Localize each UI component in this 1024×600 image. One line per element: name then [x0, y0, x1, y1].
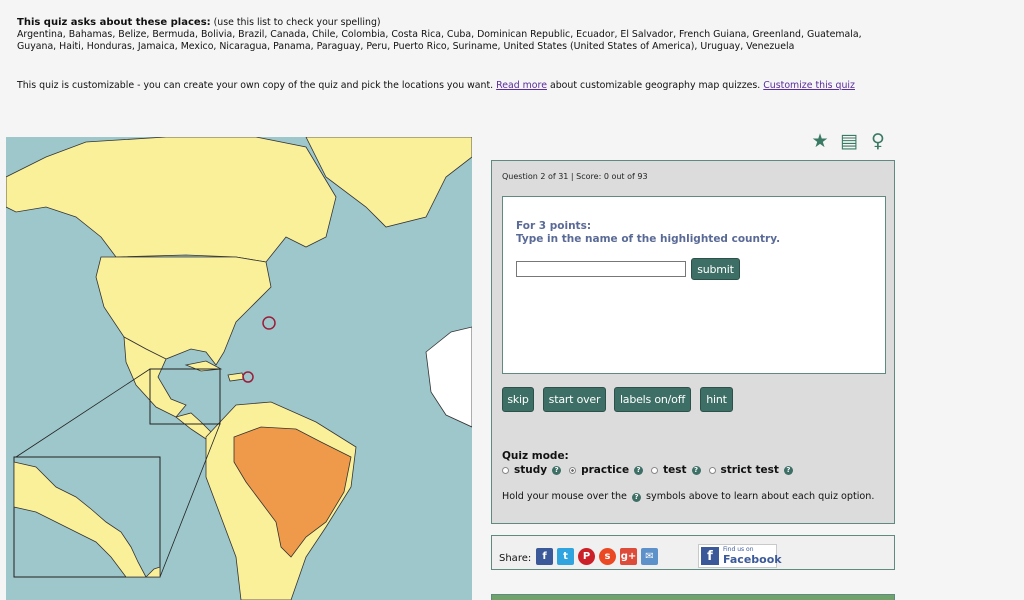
- strict-test-help-icon[interactable]: ?: [783, 465, 793, 475]
- next-section-edge: [491, 594, 895, 600]
- find-us-on-facebook-button[interactable]: f Find us on Facebook: [698, 544, 782, 568]
- labels-toggle-button[interactable]: labels on/off: [614, 387, 691, 412]
- customizable-note: This quiz is customizable - you can crea…: [17, 80, 902, 92]
- quiz-tools: ★ ▤ ♀: [810, 130, 888, 152]
- united-states-shape: [95, 256, 272, 366]
- places-heading: This quiz asks about these places:: [17, 17, 211, 28]
- mode-test-radio[interactable]: [651, 466, 659, 474]
- bermuda-marker: [262, 316, 276, 330]
- favorite-star-icon[interactable]: ★: [810, 130, 830, 152]
- facebook-icon[interactable]: f: [536, 548, 553, 565]
- study-help-icon[interactable]: ?: [552, 465, 562, 475]
- read-more-link[interactable]: Read more: [496, 80, 547, 91]
- facebook-logo-icon: f: [701, 547, 719, 565]
- mode-practice-label[interactable]: practice: [581, 464, 629, 476]
- practice-help-icon[interactable]: ?: [634, 465, 644, 475]
- mode-test-label[interactable]: test: [663, 464, 686, 476]
- africa-shape: [425, 326, 472, 428]
- help-symbol-icon: ?: [632, 493, 642, 502]
- mode-help-text: Hold your mouse over the ? symbols above …: [502, 491, 882, 503]
- mode-strict-test-radio[interactable]: [708, 466, 716, 474]
- mode-study-label[interactable]: study: [514, 464, 547, 476]
- central-america-inset: [13, 456, 161, 578]
- google-plus-icon[interactable]: g+: [620, 548, 637, 565]
- mode-strict-test-label[interactable]: strict test: [721, 464, 779, 476]
- test-help-icon[interactable]: ?: [691, 465, 701, 475]
- start-over-button[interactable]: start over: [543, 387, 606, 412]
- stumbleupon-icon[interactable]: s: [599, 548, 616, 565]
- share-icons: f t P s g+ ✉: [536, 548, 658, 565]
- submit-button[interactable]: submit: [691, 258, 740, 280]
- notes-icon[interactable]: ▤: [839, 130, 859, 152]
- quiz-map[interactable]: [6, 137, 472, 600]
- email-icon[interactable]: ✉: [641, 548, 658, 565]
- places-list: This quiz asks about these places: (use …: [17, 17, 902, 53]
- twitter-icon[interactable]: t: [557, 548, 574, 565]
- lightbulb-icon[interactable]: ♀: [868, 130, 888, 152]
- help-text-end: symbols above to learn about each quiz o…: [646, 491, 875, 502]
- hint-button[interactable]: hint: [700, 387, 733, 412]
- places-names: Argentina, Bahamas, Belize, Bermuda, Bol…: [17, 29, 862, 52]
- quiz-panel: Question 2 of 31 | Score: 0 out of 93 Fo…: [491, 160, 895, 524]
- fb-small-text: Find us on: [723, 546, 754, 553]
- points-label: For 3 points:: [516, 220, 592, 232]
- canada-shape: [6, 137, 337, 263]
- question-prompt: For 3 points: Type in the name of the hi…: [516, 220, 780, 246]
- customizable-text: This quiz is customizable - you can crea…: [17, 80, 497, 91]
- mode-study-radio[interactable]: [502, 466, 509, 474]
- customize-quiz-link[interactable]: Customize this quiz: [763, 80, 855, 91]
- puerto-rico-marker: [242, 371, 254, 383]
- customizable-text-2: about customizable geography map quizzes…: [546, 80, 764, 91]
- prompt-text: Type in the name of the highlighted coun…: [516, 233, 781, 245]
- share-bar: Share: f t P s g+ ✉ f Find us on Faceboo…: [491, 535, 895, 570]
- share-label: Share:: [499, 553, 532, 564]
- answer-input[interactable]: [516, 261, 686, 277]
- question-status: Question 2 of 31 | Score: 0 out of 93: [502, 172, 648, 181]
- fb-big-text: Facebook: [723, 553, 782, 566]
- pinterest-icon[interactable]: P: [578, 548, 595, 565]
- help-text-start: Hold your mouse over the: [502, 491, 627, 502]
- quiz-mode-options: study? practice? test? strict test?: [502, 464, 798, 476]
- skip-button[interactable]: skip: [502, 387, 534, 412]
- question-box: For 3 points: Type in the name of the hi…: [502, 196, 886, 374]
- places-note: (use this list to check your spelling): [213, 17, 381, 28]
- hispaniola-shape: [227, 372, 245, 382]
- quiz-mode-label: Quiz mode:: [502, 450, 569, 462]
- mode-practice-radio[interactable]: [569, 466, 577, 474]
